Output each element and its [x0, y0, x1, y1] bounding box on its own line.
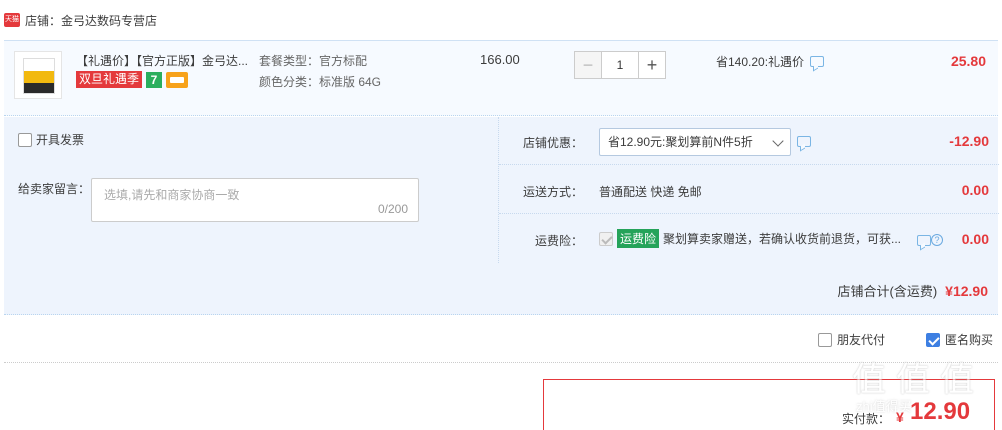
product-title[interactable]: 【礼遇价】【官方正版】金弓达... — [76, 52, 256, 69]
invoice-checkbox[interactable] — [18, 132, 32, 147]
insurance-label: 运费险： — [534, 234, 583, 248]
insurance-text: 聚划算卖家赠送，若确认收货前退货，可获... — [663, 232, 902, 246]
divider — [4, 362, 998, 363]
item-total: 25.80 — [950, 53, 986, 69]
payment-summary: 实付款： ¥ 12.90 — [543, 379, 995, 430]
anonymous-checkbox[interactable] — [926, 332, 940, 347]
friend-pay-checkbox[interactable] — [818, 332, 832, 347]
shipping-value: 普通配送 快递 免邮 — [599, 185, 702, 199]
quantity-increase-button[interactable]: + — [638, 51, 666, 79]
pay-label: 实付款： — [842, 412, 891, 426]
shop-header: 天猫 店铺：金弓达数码专营店 — [4, 10, 157, 30]
product-thumbnail[interactable] — [14, 51, 62, 99]
shop-total-value: ¥12.90 — [945, 282, 988, 299]
anonymous-label: 匿名购买 — [945, 333, 994, 347]
cart-item-row: 【礼遇价】【官方正版】金弓达... 双旦礼遇季 7 套餐类型：官方标配 颜色分类… — [4, 40, 998, 116]
quantity-decrease-button[interactable]: − — [574, 51, 602, 79]
spec-color: 颜色分类：标准版 64G — [259, 75, 382, 89]
credit-card-icon — [166, 71, 189, 88]
message-icon[interactable] — [917, 235, 931, 246]
remark-textarea[interactable]: 选填,请先和商家协商一致 0/200 — [91, 178, 419, 222]
friend-pay-label: 朋友代付 — [837, 333, 886, 347]
help-icon[interactable]: ? — [931, 234, 943, 246]
shop-discount-value: 省12.90元:聚划算前N件5折 — [608, 135, 753, 149]
shop-total-label: 店铺合计(含运费) — [837, 284, 938, 299]
discount-note-text: 省140.20:礼遇价 — [716, 55, 805, 69]
shop-discount-label: 店铺优惠： — [522, 136, 583, 150]
quantity-stepper: − 1 + — [574, 51, 666, 79]
insurance-tag: 运费险 — [617, 229, 660, 248]
remark-label: 给卖家留言： — [18, 182, 91, 196]
shipping-amount: 0.00 — [961, 182, 989, 198]
remark-char-count: 0/200 — [377, 202, 408, 216]
unit-price: 166.00 — [480, 52, 520, 67]
tmall-badge-icon: 天猫 — [4, 13, 20, 27]
shop-discount-select[interactable]: 省12.90元:聚划算前N件5折 — [599, 128, 791, 156]
invoice-label: 开具发票 — [36, 133, 85, 147]
spec-package-type: 套餐类型：官方标配 — [259, 54, 368, 68]
quantity-input[interactable]: 1 — [602, 51, 638, 79]
shipping-row: 运送方式： 普通配送 快递 免邮 0.00 — [499, 166, 999, 214]
shop-discount-amount: -12.90 — [949, 133, 989, 149]
invoice-option[interactable]: 开具发票 — [18, 131, 84, 148]
pay-currency: ¥ — [896, 409, 904, 425]
remark-placeholder: 选填,请先和商家协商一致 — [104, 188, 240, 202]
options-left: 开具发票 给卖家留言： 选填,请先和商家协商一致 0/200 — [4, 117, 498, 263]
insurance-checkbox — [599, 231, 613, 246]
insurance-row: 运费险： 运费险 聚划算卖家赠送，若确认收货前退货，可获... ? 0.00 — [499, 215, 999, 263]
memory-card-image — [23, 58, 55, 94]
shop-discount-row: 店铺优惠： 省12.90元:聚划算前N件5折 -12.90 — [499, 117, 999, 165]
product-tags: 双旦礼遇季 7 — [76, 71, 189, 88]
message-icon[interactable] — [797, 136, 811, 147]
pay-amount: 12.90 — [910, 398, 971, 425]
shop-name[interactable]: 店铺：金弓达数码专营店 — [25, 12, 157, 29]
order-options: 开具发票 给卖家留言： 选填,请先和商家协商一致 0/200 店铺优惠： 省12… — [4, 117, 999, 315]
seven-day-return-icon: 7 — [146, 71, 163, 88]
insurance-amount: 0.00 — [961, 231, 989, 247]
item-discount-note: 省140.20:礼遇价 — [716, 53, 825, 70]
chevron-down-icon — [772, 135, 784, 147]
friend-pay-option[interactable]: 朋友代付 — [818, 331, 885, 348]
promo-tag: 双旦礼遇季 — [76, 71, 143, 88]
message-icon[interactable] — [810, 56, 825, 67]
anonymous-purchase-option[interactable]: 匿名购买 — [926, 331, 993, 348]
insurance-option: 运费险 聚划算卖家赠送，若确认收货前退货，可获... — [599, 229, 939, 248]
shop-total: 店铺合计(含运费) ¥12.90 — [838, 281, 989, 300]
shipping-label: 运送方式： — [522, 185, 583, 199]
options-right: 店铺优惠： 省12.90元:聚划算前N件5折 -12.90 运送方式： 普通配送… — [498, 117, 999, 263]
